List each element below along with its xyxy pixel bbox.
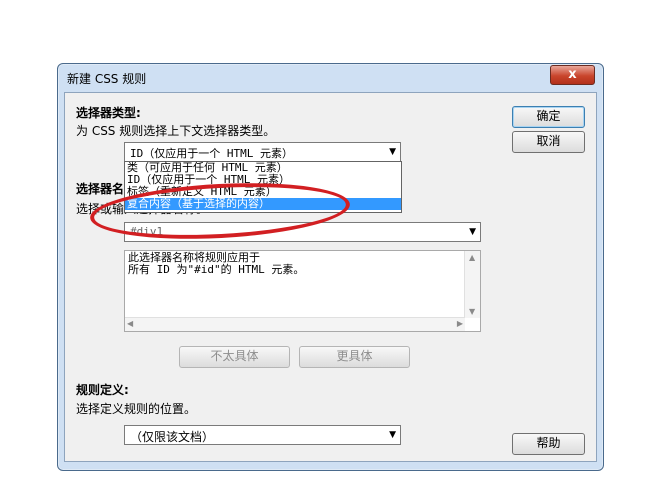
ok-button[interactable]: 确定: [512, 106, 585, 128]
dialog-title: 新建 CSS 规则: [67, 72, 147, 86]
close-button[interactable]: x: [550, 65, 595, 85]
scroll-up-icon[interactable]: ▲: [469, 253, 475, 262]
more-specific-button[interactable]: 更具体: [299, 346, 410, 368]
rule-definition-value: （仅限该文档）: [130, 430, 215, 444]
selector-type-description: 为 CSS 规则选择上下文选择器类型。: [76, 124, 276, 138]
selector-info-box: 此选择器名称将规则应用于 所有 ID 为"#id"的 HTML 元素。 ▲ ▼ …: [124, 250, 481, 332]
less-specific-button[interactable]: 不太具体: [179, 346, 290, 368]
cancel-button[interactable]: 取消: [512, 131, 585, 153]
scroll-down-icon[interactable]: ▼: [469, 307, 475, 316]
chevron-down-icon: ▼: [469, 227, 476, 237]
scroll-right-icon[interactable]: ▶: [457, 319, 463, 328]
rule-definition-description: 选择定义规则的位置。: [76, 402, 197, 416]
vertical-scrollbar[interactable]: ▲ ▼: [464, 251, 480, 318]
selector-type-heading: 选择器类型:: [76, 106, 141, 120]
rule-definition-heading: 规则定义:: [76, 383, 129, 397]
rule-definition-dropdown[interactable]: （仅限该文档） ▼: [124, 425, 401, 445]
selector-type-value: ID（仅应用于一个 HTML 元素）: [130, 147, 293, 160]
chevron-down-icon: ▼: [389, 430, 396, 440]
title-bar: 新建 CSS 规则 x: [58, 64, 603, 91]
horizontal-scrollbar[interactable]: ◀ ▶: [125, 317, 465, 331]
selector-type-dropdown[interactable]: ID（仅应用于一个 HTML 元素） ▼: [124, 142, 401, 162]
selector-info-text: 此选择器名称将规则应用于 所有 ID 为"#id"的 HTML 元素。: [128, 251, 305, 276]
help-button[interactable]: 帮助: [512, 433, 585, 455]
chevron-down-icon: ▼: [389, 147, 396, 157]
scroll-left-icon[interactable]: ◀: [127, 319, 133, 328]
